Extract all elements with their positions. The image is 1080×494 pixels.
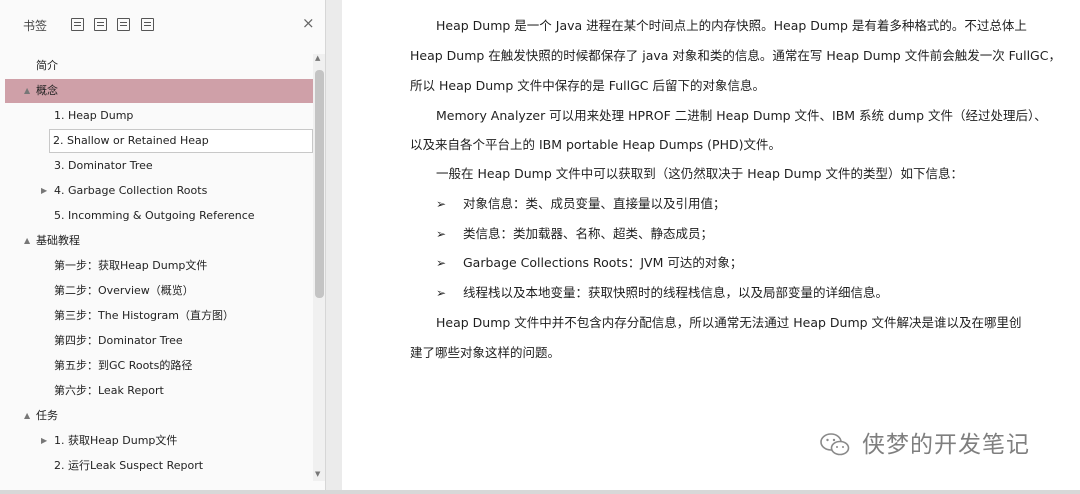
paragraph-line: Memory Analyzer 可以用来处理 HPROF 二进制 Heap Du… xyxy=(436,108,1047,123)
paragraph-line: 以及来自各个平台上的 IBM portable Heap Dumps (PHD)… xyxy=(410,137,781,152)
collapse-all-icon[interactable] xyxy=(94,18,107,31)
document-page: Heap Dump 是一个 Java 进程在某个时间点上的内存快照。Heap D… xyxy=(342,0,1080,490)
tree-item-label: 任务 xyxy=(36,409,58,422)
scroll-up-icon[interactable]: ▲ xyxy=(315,54,320,62)
tree-item-label: 第四步：Dominator Tree xyxy=(54,334,183,347)
add-bookmark-icon[interactable] xyxy=(117,18,130,31)
list-item: Garbage Collections Roots：JVM 可达的对象； xyxy=(463,255,743,270)
tree-item-label: 5. Incomming & Outgoing Reference xyxy=(54,209,255,222)
tree-item-step-4[interactable]: 第四步：Dominator Tree xyxy=(5,329,313,353)
tree-item-label: 第二步：Overview（概览） xyxy=(54,284,194,297)
tree-item-label: 第一步：获取Heap Dump文件 xyxy=(54,259,208,272)
tree-item-shallow-retained-heap[interactable]: 2. Shallow or Retained Heap xyxy=(49,129,313,153)
expand-all-icon[interactable] xyxy=(71,18,84,31)
close-icon[interactable]: × xyxy=(302,14,315,32)
tree-item-basic-tutorial[interactable]: ▲ 基础教程 xyxy=(5,229,313,253)
bullet-arrow-icon: ➢ xyxy=(436,286,447,300)
bookmarks-header: 书签 × xyxy=(0,0,326,50)
wechat-icon xyxy=(820,433,850,456)
paragraph-line: Heap Dump 文件中并不包含内存分配信息，所以通常无法通过 Heap Du… xyxy=(436,315,1022,330)
tree-item-label: 基础教程 xyxy=(36,234,80,247)
paragraph-line: 建了哪些对象这样的问题。 xyxy=(410,345,561,360)
bottom-edge xyxy=(0,490,1080,494)
tree-item-step-5[interactable]: 第五步：到GC Roots的路径 xyxy=(5,354,313,378)
collapse-arrow-icon[interactable]: ▲ xyxy=(24,404,30,428)
tree-item-step-2[interactable]: 第二步：Overview（概览） xyxy=(5,279,313,303)
collapse-arrow-icon[interactable]: ▲ xyxy=(24,229,30,253)
tree-item-intro[interactable]: 简介 xyxy=(5,54,313,78)
tree-item-tasks[interactable]: ▲ 任务 xyxy=(5,404,313,428)
tree-item-label: 1. Heap Dump xyxy=(54,109,134,122)
tree-item-heap-dump[interactable]: 1. Heap Dump xyxy=(5,104,313,128)
expand-arrow-icon[interactable]: ▶ xyxy=(41,179,47,203)
tree-item-gc-roots[interactable]: ▶ 4. Garbage Collection Roots xyxy=(5,179,313,203)
expand-arrow-icon[interactable]: ▶ xyxy=(41,429,47,453)
paragraph-line: Heap Dump 是一个 Java 进程在某个时间点上的内存快照。Heap D… xyxy=(436,18,1027,33)
bookmark-options-icon[interactable] xyxy=(141,18,154,31)
tree-item-label: 第六步：Leak Report xyxy=(54,384,164,397)
bullet-arrow-icon: ➢ xyxy=(436,256,447,270)
tree-item-step-6[interactable]: 第六步：Leak Report xyxy=(5,379,313,403)
tree-item-step-3[interactable]: 第三步：The Histogram（直方图） xyxy=(5,304,313,328)
paragraph-line: 所以 Heap Dump 文件中保存的是 FullGC 后留下的对象信息。 xyxy=(410,78,765,93)
scroll-down-icon[interactable]: ▼ xyxy=(315,470,320,478)
list-item: 类信息：类加载器、名称、超类、静态成员； xyxy=(463,226,714,241)
paragraph-line: Heap Dump 在触发快照的时候都保存了 java 对象和类的信息。通常在写… xyxy=(410,48,1061,63)
tree-item-label: 第三步：The Histogram（直方图） xyxy=(54,309,235,322)
list-item: 对象信息：类、成员变量、直接量以及引用值； xyxy=(463,196,726,211)
tree-item-label: 2. 运行Leak Suspect Report xyxy=(54,459,204,472)
bullet-arrow-icon: ➢ xyxy=(436,197,447,211)
tree-item-label: 第五步：到GC Roots的路径 xyxy=(54,359,193,372)
tree-item-references[interactable]: 5. Incomming & Outgoing Reference xyxy=(5,204,313,228)
tree-scrollbar[interactable]: ▲ ▼ xyxy=(313,54,325,481)
paragraph-line: 一般在 Heap Dump 文件中可以获取到（这仍然取决于 Heap Dump … xyxy=(436,166,964,181)
bookmarks-title: 书签 xyxy=(23,19,48,33)
list-item: 线程栈以及本地变量：获取快照时的线程栈信息，以及局部变量的详细信息。 xyxy=(463,285,889,300)
watermark-text: 侠梦的开发笔记 xyxy=(862,432,1030,458)
collapse-arrow-icon[interactable]: ▲ xyxy=(24,79,30,103)
tree-item-label: 4. Garbage Collection Roots xyxy=(54,184,208,197)
tree-item-task-2[interactable]: 2. 运行Leak Suspect Report xyxy=(5,454,313,478)
tree-item-concepts[interactable]: ▲ 概念 xyxy=(5,79,313,103)
tree-item-step-1[interactable]: 第一步：获取Heap Dump文件 xyxy=(5,254,313,278)
bookmark-tree: 简介 ▲ 概念 1. Heap Dump 2. Shallow or Retai… xyxy=(0,54,313,479)
tree-item-label: 1. 获取Heap Dump文件 xyxy=(54,434,178,447)
tree-item-label: 2. Shallow or Retained Heap xyxy=(53,134,209,147)
tree-item-label: 3. Dominator Tree xyxy=(54,159,153,172)
scrollbar-thumb[interactable] xyxy=(315,70,324,298)
tree-item-task-1[interactable]: ▶ 1. 获取Heap Dump文件 xyxy=(5,429,313,453)
tree-item-label: 简介 xyxy=(36,59,58,72)
tree-item-dominator-tree[interactable]: 3. Dominator Tree xyxy=(5,154,313,178)
bookmarks-panel: 书签 × 简介 ▲ 概念 1. Heap Dump 2. Shallow or … xyxy=(0,0,326,494)
tree-item-label: 概念 xyxy=(36,84,58,97)
watermark: 侠梦的开发笔记 xyxy=(820,428,1060,464)
bullet-arrow-icon: ➢ xyxy=(436,227,447,241)
